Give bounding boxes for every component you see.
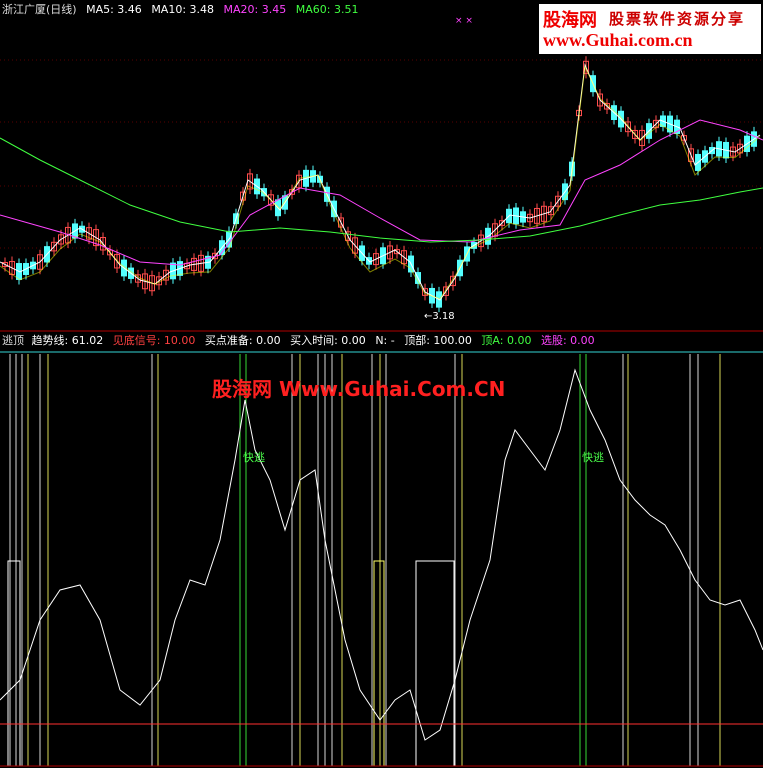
signal-marks: × × [455,16,473,26]
bottom-signal-value: 见底信号: 10.00 [112,334,196,347]
trend-value: 趋势线: 61.02 [31,334,104,347]
fast-escape-label-2: 快逃 [582,451,604,464]
buy-time-value: 买入时间: 0.00 [290,334,366,347]
ma60-line [0,137,763,243]
top-a-value: 顶A: 0.00 [481,334,532,347]
logo-url: www.Guhai.com.cn [543,30,693,50]
indicator-signal-bars [9,354,721,766]
trend-line [0,368,763,741]
select-value: 选股: 0.00 [540,334,595,347]
ma10-value: MA10: 3.48 [151,3,215,16]
price-gridlines [0,59,763,249]
candlesticks [2,56,757,313]
ma5-value: MA5: 3.46 [86,3,142,16]
logo-title: 股海网 [543,10,597,31]
ma60-value: MA60: 3.51 [295,3,359,16]
indicator-signal-boxes [7,560,455,767]
buy-prepare-value: 买点准备: 0.00 [204,334,281,347]
signal-box [415,560,455,767]
indicator-header: 逃顶 趋势线: 61.02 见底信号: 10.00 买点准备: 0.00 买入时… [2,334,601,348]
fast-escape-label-1: 快逃 [243,451,265,464]
indicator-name: 逃顶 [2,334,24,347]
low-price-marker: ←3.18 [424,311,455,322]
n-value: N: - [375,334,395,347]
logo-subtitle: 股票软件资源分享 [609,10,746,28]
center-watermark: 股海网 Www.Guhai.Com.CN [212,377,506,401]
site-logo: 股海网 股票软件资源分享 www.Guhai.com.cn [539,4,761,54]
stock-name: 浙江广厦(日线) [2,3,77,16]
signal-box [373,560,385,767]
price-header: 浙江广厦(日线) MA5: 3.46 MA10: 3.48 MA20: 3.45… [2,3,364,17]
top-value: 顶部: 100.00 [404,334,472,347]
ma20-value: MA20: 3.45 [223,3,287,16]
